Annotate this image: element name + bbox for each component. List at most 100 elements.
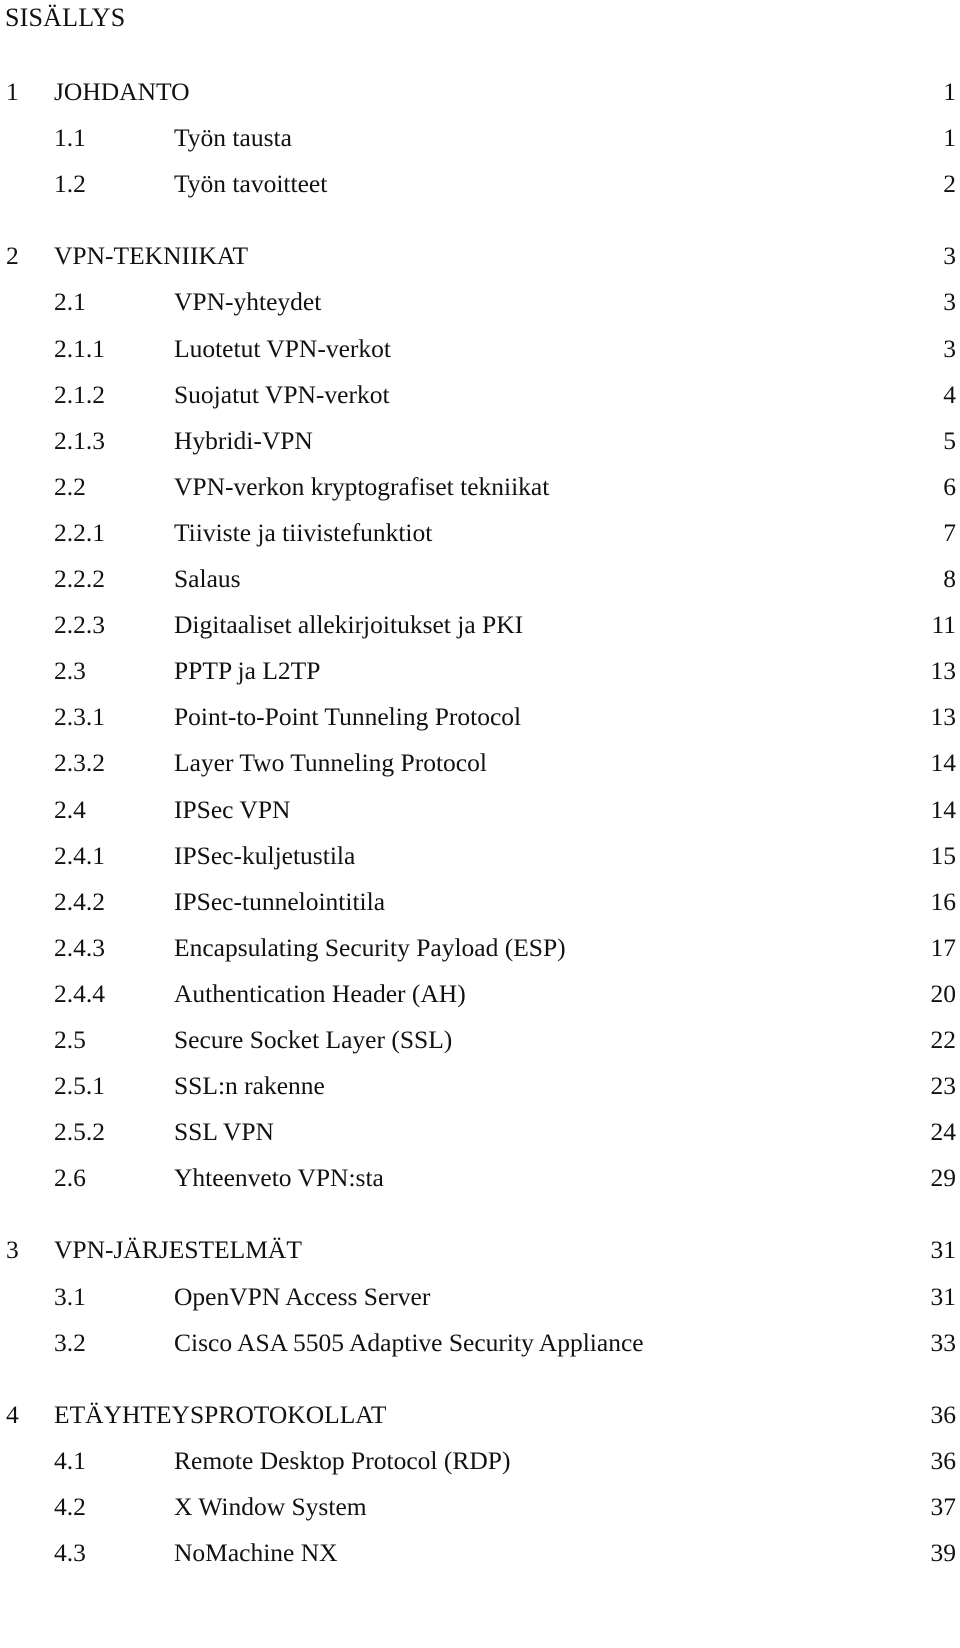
toc-entry-page: 4 bbox=[943, 380, 956, 409]
toc-entry-title[interactable]: Tiiviste ja tiivistefunktiot bbox=[174, 516, 432, 550]
toc-entry-number: 3.1 bbox=[54, 1282, 86, 1311]
toc-section-entry[interactable]: 2.3.2 Layer Two Tunneling Protocol 14 bbox=[0, 746, 960, 780]
toc-entry-page: 31 bbox=[930, 1282, 957, 1311]
toc-entry-page: 39 bbox=[930, 1538, 957, 1567]
toc-entry-title[interactable]: Hybridi-VPN bbox=[174, 424, 313, 458]
toc-entry-title[interactable]: SSL:n rakenne bbox=[174, 1069, 325, 1103]
toc-entry-page: 8 bbox=[943, 564, 956, 593]
toc-section-entry[interactable]: 4.1 Remote Desktop Protocol (RDP) 36 bbox=[0, 1444, 960, 1478]
toc-entry-page: 33 bbox=[930, 1328, 957, 1357]
toc-section-entry[interactable]: 2.5 Secure Socket Layer (SSL) 22 bbox=[0, 1023, 960, 1057]
toc-entry-title[interactable]: IPSec-tunnelointitila bbox=[174, 885, 385, 919]
toc-section-entry[interactable]: 2.5.1 SSL:n rakenne 23 bbox=[0, 1069, 960, 1103]
toc-entry-page: 36 bbox=[930, 1446, 957, 1475]
toc-entry-page: 37 bbox=[930, 1492, 957, 1521]
toc-entry-title[interactable]: Työn tausta bbox=[174, 121, 292, 155]
toc-entry-title[interactable]: Digitaaliset allekirjoitukset ja PKI bbox=[174, 608, 523, 642]
toc-entry-title[interactable]: Salaus bbox=[174, 562, 241, 596]
toc-chapter-entry[interactable]: 2 VPN-TEKNIIKAT 3 bbox=[0, 239, 960, 273]
toc-entry-title[interactable]: IPSec-kuljetustila bbox=[174, 839, 355, 873]
toc-entry-number: 1 bbox=[6, 77, 19, 106]
toc-section-entry[interactable]: 3.1 OpenVPN Access Server 31 bbox=[0, 1280, 960, 1314]
toc-section-entry[interactable]: 2.4.1 IPSec-kuljetustila 15 bbox=[0, 839, 960, 873]
toc-entry-number: 2.5.1 bbox=[54, 1071, 105, 1100]
toc-entry-page: 7 bbox=[943, 518, 956, 547]
toc-entry-page: 1 bbox=[943, 123, 956, 152]
toc-section-entry[interactable]: 2.4 IPSec VPN 14 bbox=[0, 793, 960, 827]
toc-section-entry[interactable]: 2.2.3 Digitaaliset allekirjoitukset ja PK… bbox=[0, 608, 960, 642]
toc-section-entry[interactable]: 2.3.1 Point-to-Point Tunneling Protocol 13 bbox=[0, 700, 960, 734]
toc-section-entry[interactable]: 2.4.4 Authentication Header (AH) 20 bbox=[0, 977, 960, 1011]
toc-entry-title[interactable]: Point-to-Point Tunneling Protocol bbox=[174, 700, 521, 734]
toc-entry-title[interactable]: Cisco ASA 5505 Adaptive Security Applian… bbox=[174, 1326, 644, 1360]
toc-entry-number: 2 bbox=[6, 241, 19, 270]
toc-section-entry[interactable]: 4.3 NoMachine NX 39 bbox=[0, 1536, 960, 1570]
toc-entry-title[interactable]: ETÄYHTEYSPROTOKOLLAT bbox=[54, 1398, 386, 1432]
toc-entry-number: 3.2 bbox=[54, 1328, 86, 1357]
toc-entry-number: 4.3 bbox=[54, 1538, 86, 1567]
toc-section-entry[interactable]: 2.1.1 Luotetut VPN-verkot 3 bbox=[0, 332, 960, 366]
toc-chapter-entry[interactable]: 4 ETÄYHTEYSPROTOKOLLAT 36 bbox=[0, 1398, 960, 1432]
toc-entry-title[interactable]: VPN-TEKNIIKAT bbox=[54, 239, 248, 273]
toc-entry-title[interactable]: Yhteenveto VPN:sta bbox=[174, 1161, 384, 1195]
toc-section-entry[interactable]: 2.1 VPN-yhteydet 3 bbox=[0, 285, 960, 319]
toc-entry-title[interactable]: Layer Two Tunneling Protocol bbox=[174, 746, 487, 780]
toc-section-entry[interactable]: 2.4.2 IPSec-tunnelointitila 16 bbox=[0, 885, 960, 919]
toc-entry-page: 2 bbox=[943, 169, 956, 198]
toc-entry-title[interactable]: Authentication Header (AH) bbox=[174, 977, 466, 1011]
toc-entry-page: 3 bbox=[943, 334, 956, 363]
toc-entry-number: 2.1 bbox=[54, 287, 86, 316]
toc-chapter-entry[interactable]: 1 JOHDANTO 1 bbox=[0, 75, 960, 109]
toc-entry-page: 13 bbox=[930, 702, 957, 731]
toc-entry-title[interactable]: Työn tavoitteet bbox=[174, 167, 327, 201]
toc-entry-page: 17 bbox=[930, 933, 957, 962]
toc-section-entry[interactable]: 2.3 PPTP ja L2TP 13 bbox=[0, 654, 960, 688]
toc-entry-title[interactable]: VPN-JÄRJESTELMÄT bbox=[54, 1233, 302, 1267]
toc-entry-number: 2.4.3 bbox=[54, 933, 105, 962]
toc-entry-title[interactable]: PPTP ja L2TP bbox=[174, 654, 320, 688]
toc-section-entry[interactable]: 2.6 Yhteenveto VPN:sta 29 bbox=[0, 1161, 960, 1195]
toc-entry-title[interactable]: Remote Desktop Protocol (RDP) bbox=[174, 1444, 510, 1478]
toc-entry-title[interactable]: X Window System bbox=[174, 1490, 367, 1524]
toc-section-entry[interactable]: 2.2.1 Tiiviste ja tiivistefunktiot 7 bbox=[0, 516, 960, 550]
toc-entry-title[interactable]: Encapsulating Security Payload (ESP) bbox=[174, 931, 566, 965]
toc-entry-title[interactable]: NoMachine NX bbox=[174, 1536, 338, 1570]
toc-section-entry[interactable]: 2.1.2 Suojatut VPN-verkot 4 bbox=[0, 378, 960, 412]
toc-section-entry[interactable]: 1.2 Työn tavoitteet 2 bbox=[0, 167, 960, 201]
toc-entry-title[interactable]: VPN-yhteydet bbox=[174, 285, 321, 319]
toc-entry-title[interactable]: IPSec VPN bbox=[174, 793, 290, 827]
toc-entry-number: 2.6 bbox=[54, 1163, 86, 1192]
toc-section-entry[interactable]: 1.1 Työn tausta 1 bbox=[0, 121, 960, 155]
toc-entry-number: 2.2.1 bbox=[54, 518, 105, 547]
toc-entry-page: 22 bbox=[930, 1025, 957, 1054]
toc-entry-number: 2.1.2 bbox=[54, 380, 105, 409]
toc-heading: SISÄLLYS bbox=[5, 3, 126, 32]
toc-entry-number: 2.4.2 bbox=[54, 887, 105, 916]
toc-section-entry[interactable]: 2.4.3 Encapsulating Security Payload (ESP… bbox=[0, 931, 960, 965]
toc-entry-title[interactable]: Secure Socket Layer (SSL) bbox=[174, 1023, 452, 1057]
toc-chapter-entry[interactable]: 3 VPN-JÄRJESTELMÄT 31 bbox=[0, 1233, 960, 1267]
toc-entry-title[interactable]: Suojatut VPN-verkot bbox=[174, 378, 390, 412]
toc-section-entry[interactable]: 2.5.2 SSL VPN 24 bbox=[0, 1115, 960, 1149]
toc-entry-page: 31 bbox=[930, 1235, 957, 1264]
toc-entry-number: 2.4 bbox=[54, 795, 86, 824]
toc-entry-page: 3 bbox=[943, 241, 956, 270]
toc-entry-number: 4.1 bbox=[54, 1446, 86, 1475]
toc-section-entry[interactable]: 3.2 Cisco ASA 5505 Adaptive Security Appl… bbox=[0, 1326, 960, 1360]
toc-entry-page: 11 bbox=[931, 610, 956, 639]
toc-entry-number: 1.2 bbox=[54, 169, 86, 198]
toc-section-entry[interactable]: 2.2.2 Salaus 8 bbox=[0, 562, 960, 596]
toc-entry-number: 2.1.3 bbox=[54, 426, 105, 455]
toc-entry-title[interactable]: Luotetut VPN-verkot bbox=[174, 332, 391, 366]
toc-entry-number: 2.2.2 bbox=[54, 564, 105, 593]
toc-entry-title[interactable]: VPN-verkon kryptografiset tekniikat bbox=[174, 470, 549, 504]
toc-section-entry[interactable]: 2.2 VPN-verkon kryptografiset tekniikat 6 bbox=[0, 470, 960, 504]
toc-section-entry[interactable]: 4.2 X Window System 37 bbox=[0, 1490, 960, 1524]
toc-entry-page: 6 bbox=[943, 472, 956, 501]
toc-entry-title[interactable]: JOHDANTO bbox=[54, 75, 190, 109]
toc-entry-page: 15 bbox=[930, 841, 957, 870]
toc-section-entry[interactable]: 2.1.3 Hybridi-VPN 5 bbox=[0, 424, 960, 458]
toc-entry-number: 1.1 bbox=[54, 123, 86, 152]
toc-entry-title[interactable]: SSL VPN bbox=[174, 1115, 274, 1149]
toc-entry-title[interactable]: OpenVPN Access Server bbox=[174, 1280, 430, 1314]
